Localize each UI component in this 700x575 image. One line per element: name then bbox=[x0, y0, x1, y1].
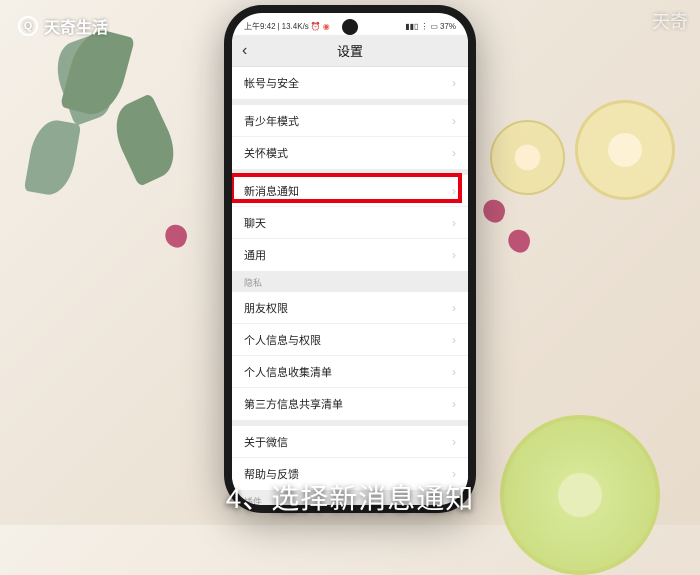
settings-row[interactable]: 关怀模式 › bbox=[232, 137, 468, 169]
row-label: 新消息通知 bbox=[244, 183, 299, 199]
chevron-right-icon: › bbox=[452, 333, 456, 347]
chevron-right-icon: › bbox=[452, 435, 456, 449]
settings-row[interactable]: 关于微信 › bbox=[232, 426, 468, 458]
settings-row[interactable]: 青少年模式 › bbox=[232, 105, 468, 137]
decor-lime-slice bbox=[500, 415, 660, 575]
back-button[interactable]: ‹ bbox=[242, 42, 247, 60]
row-label: 帐号与安全 bbox=[244, 75, 299, 91]
settings-row[interactable]: 通用 › bbox=[232, 239, 468, 271]
row-label: 聊天 bbox=[244, 215, 266, 231]
chevron-right-icon: › bbox=[452, 184, 456, 198]
settings-row[interactable]: 聊天 › bbox=[232, 207, 468, 239]
status-time: 上午9:42 bbox=[244, 21, 276, 32]
wifi-icon: ⋮ bbox=[420, 22, 428, 31]
logo-icon: Q bbox=[18, 16, 38, 36]
chevron-right-icon: › bbox=[452, 397, 456, 411]
chevron-right-icon: › bbox=[452, 76, 456, 90]
phone-screen: 上午9:42 | 13.4K/s ⏰ ◉ ▮▮▯ ⋮ ▭ 37% ‹ 设置 帐号… bbox=[232, 13, 468, 505]
row-label: 朋友权限 bbox=[244, 300, 288, 316]
settings-list[interactable]: 帐号与安全›青少年模式›关怀模式›新消息通知›聊天›通用›隐私朋友权限›个人信息… bbox=[232, 67, 468, 505]
status-speed: 13.4K/s bbox=[282, 22, 309, 31]
chevron-right-icon: › bbox=[452, 248, 456, 262]
chevron-right-icon: › bbox=[452, 146, 456, 160]
signal-icon: ▮▮▯ bbox=[405, 22, 418, 31]
decor-leaves-bottom-left bbox=[0, 260, 200, 520]
nav-bar: ‹ 设置 bbox=[232, 35, 468, 67]
row-label: 第三方信息共享清单 bbox=[244, 396, 343, 412]
row-label: 通用 bbox=[244, 247, 266, 263]
row-label: 青少年模式 bbox=[244, 113, 299, 129]
phone-camera-dot bbox=[342, 19, 358, 35]
watermark-logo: Q 天奇生活 bbox=[18, 14, 108, 38]
chevron-right-icon: › bbox=[452, 365, 456, 379]
battery-icon: ▭ bbox=[430, 22, 438, 31]
decor-candy bbox=[480, 197, 508, 225]
settings-row[interactable]: 个人信息与权限 › bbox=[232, 324, 468, 356]
rec-icon: ◉ bbox=[323, 22, 330, 31]
row-label: 个人信息收集清单 bbox=[244, 364, 332, 380]
instruction-caption: 4、选择新消息通知 bbox=[226, 477, 475, 517]
decor-orange-slice bbox=[575, 100, 675, 200]
settings-row[interactable]: 个人信息收集清单 › bbox=[232, 356, 468, 388]
row-label: 关于微信 bbox=[244, 434, 288, 450]
decor-candy bbox=[505, 227, 533, 255]
page-title: 设置 bbox=[337, 41, 363, 60]
settings-row[interactable]: 朋友权限 › bbox=[232, 292, 468, 324]
row-label: 关怀模式 bbox=[244, 145, 288, 161]
watermark-top-right: 天奇 bbox=[652, 8, 688, 34]
decor-orange-slice-small bbox=[490, 120, 565, 195]
settings-row[interactable]: 第三方信息共享清单 › bbox=[232, 388, 468, 420]
chevron-right-icon: › bbox=[452, 301, 456, 315]
settings-row[interactable]: 新消息通知 › bbox=[232, 175, 468, 207]
alarm-icon: ⏰ bbox=[311, 22, 321, 31]
row-label: 个人信息与权限 bbox=[244, 332, 321, 348]
chevron-right-icon: › bbox=[452, 216, 456, 230]
settings-row[interactable]: 帐号与安全 › bbox=[232, 67, 468, 99]
battery-pct: 37% bbox=[440, 22, 456, 31]
section-header: 隐私 bbox=[232, 271, 468, 292]
chevron-right-icon: › bbox=[452, 114, 456, 128]
phone-frame: 上午9:42 | 13.4K/s ⏰ ◉ ▮▮▯ ⋮ ▭ 37% ‹ 设置 帐号… bbox=[224, 5, 476, 513]
logo-text: 天奇生活 bbox=[44, 14, 108, 38]
